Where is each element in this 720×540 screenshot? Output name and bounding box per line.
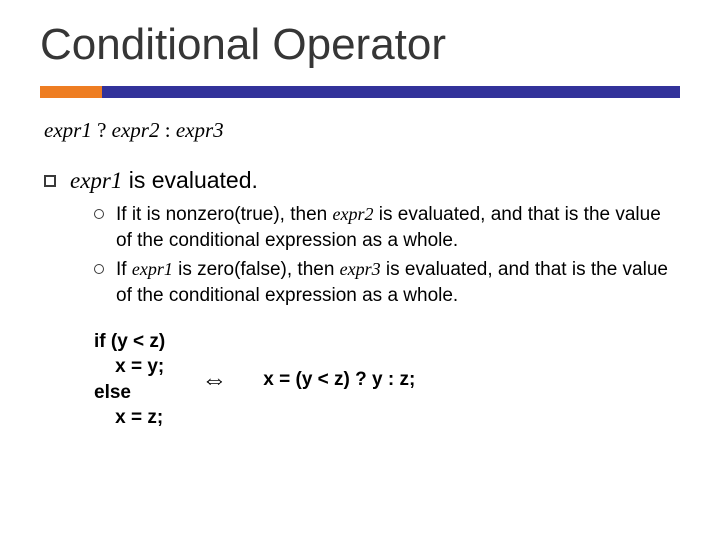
sub2-pre: If [116, 259, 132, 280]
sub-bullet-2: If expr1 is zero(false), then expr3 is e… [94, 257, 680, 308]
syntax-expr1: expr1 [44, 118, 92, 142]
syntax-line: expr1 ? expr2 : expr3 [40, 118, 680, 143]
slide-title: Conditional Operator [40, 20, 680, 70]
square-bullet-icon [44, 175, 56, 187]
circle-bullet-icon [94, 264, 104, 274]
sub2-expr1: expr1 [132, 259, 173, 279]
syntax-expr2: expr2 [112, 118, 160, 142]
syntax-colon: : [159, 118, 175, 142]
sub1-expr2: expr2 [333, 204, 374, 224]
code-ternary: x = (y < z) ? y : z; [263, 369, 415, 391]
sub-bullet-1: If it is nonzero(true), then expr2 is ev… [94, 202, 680, 253]
equiv-arrow-icon: ⇔ [201, 364, 227, 395]
syntax-expr3: expr3 [176, 118, 224, 142]
bullet-expr1: expr1 [70, 168, 122, 193]
accent-bar [40, 86, 680, 98]
sub-bullet-list: If it is nonzero(true), then expr2 is ev… [40, 202, 680, 309]
bullet-rest: is evaluated. [122, 167, 258, 193]
sub1-pre: If it is nonzero(true), then [116, 204, 333, 225]
sub-bullet-2-text: If expr1 is zero(false), then expr3 is e… [116, 257, 680, 308]
syntax-question: ? [92, 118, 112, 142]
code-comparison: if (y < z) x = y; else x = z; ⇔ x = (y <… [40, 329, 680, 432]
sub-bullet-1-text: If it is nonzero(true), then expr2 is ev… [116, 202, 680, 253]
sub2-mid: is zero(false), then [173, 259, 340, 280]
sub2-expr3: expr3 [340, 259, 381, 279]
main-bullet: expr1 is evaluated. [40, 167, 680, 194]
slide: Conditional Operator expr1 ? expr2 : exp… [0, 0, 720, 461]
main-bullet-text: expr1 is evaluated. [70, 167, 258, 194]
circle-bullet-icon [94, 209, 104, 219]
code-if-else: if (y < z) x = y; else x = z; [94, 329, 165, 432]
